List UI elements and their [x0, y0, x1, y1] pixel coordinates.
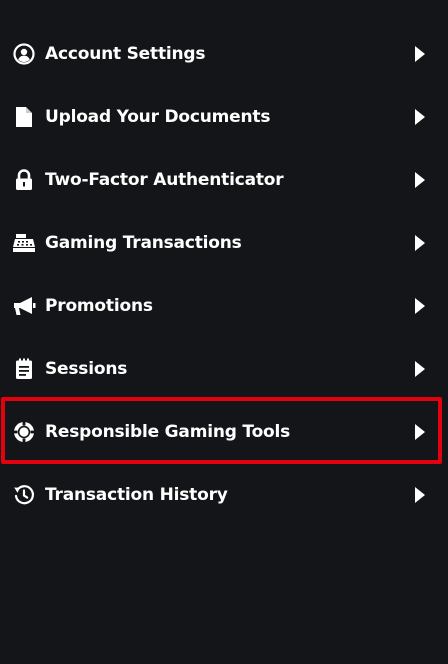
chevron-right-icon — [414, 234, 426, 251]
user-circle-icon — [12, 42, 36, 66]
menu-item-responsible-gaming[interactable]: Responsible Gaming Tools — [0, 397, 448, 464]
menu-item-label: Account Settings — [45, 43, 206, 64]
history-icon — [12, 483, 36, 507]
document-icon — [12, 105, 36, 129]
menu-item-label: Upload Your Documents — [45, 106, 271, 127]
menu-item-label: Promotions — [45, 295, 153, 316]
menu-item-label: Responsible Gaming Tools — [45, 421, 291, 442]
cash-register-icon — [12, 231, 36, 255]
menu-item-account-settings[interactable]: Account Settings — [0, 22, 448, 85]
menu-item-transaction-history[interactable]: Transaction History — [0, 463, 448, 526]
menu-item-label: Gaming Transactions — [45, 232, 242, 253]
menu-item-upload-documents[interactable]: Upload Your Documents — [0, 85, 448, 148]
chevron-right-icon — [414, 108, 426, 125]
chevron-right-icon — [414, 45, 426, 62]
chevron-right-icon — [414, 297, 426, 314]
chevron-right-icon — [414, 423, 426, 440]
chevron-right-icon — [414, 486, 426, 503]
notepad-icon — [12, 357, 36, 381]
menu-item-gaming-transactions[interactable]: Gaming Transactions — [0, 211, 448, 274]
chevron-right-icon — [414, 171, 426, 188]
menu-item-two-factor[interactable]: Two-Factor Authenticator — [0, 148, 448, 211]
menu-item-promotions[interactable]: Promotions — [0, 274, 448, 337]
menu-item-label: Two-Factor Authenticator — [45, 169, 284, 190]
chevron-right-icon — [414, 360, 426, 377]
account-menu: Account Settings Upload Your Documents T… — [0, 22, 448, 526]
poker-chip-icon — [12, 420, 36, 444]
megaphone-icon — [12, 294, 36, 318]
menu-item-sessions[interactable]: Sessions — [0, 337, 448, 400]
menu-item-label: Transaction History — [45, 484, 228, 505]
lock-icon — [12, 168, 36, 192]
menu-item-label: Sessions — [45, 358, 128, 379]
